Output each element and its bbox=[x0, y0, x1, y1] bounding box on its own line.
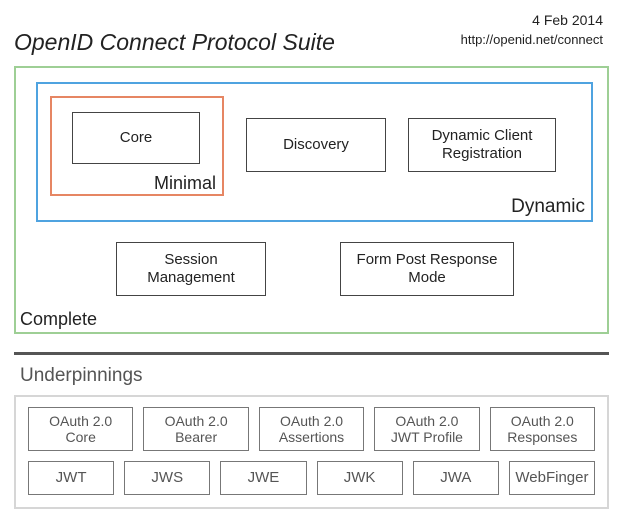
session-management-box: Session Management bbox=[116, 242, 266, 296]
page-title: OpenID Connect Protocol Suite bbox=[14, 29, 335, 56]
core-box: Core bbox=[72, 112, 200, 164]
dynamic-client-registration-box: Dynamic Client Registration bbox=[408, 118, 556, 172]
jwa-box: JWA bbox=[413, 461, 499, 495]
divider bbox=[14, 352, 609, 355]
minimal-group: Core Minimal bbox=[50, 96, 224, 196]
dynamic-label: Dynamic bbox=[511, 196, 585, 218]
oauth-bearer-box: OAuth 2.0 Bearer bbox=[143, 407, 248, 451]
underpinnings-group: OAuth 2.0 Core OAuth 2.0 Bearer OAuth 2.… bbox=[14, 395, 609, 509]
jwe-box: JWE bbox=[220, 461, 306, 495]
oauth-jwtprofile-box: OAuth 2.0 JWT Profile bbox=[374, 407, 479, 451]
dynamic-group: Core Minimal Discovery Dynamic Client Re… bbox=[36, 82, 593, 222]
jwk-box: JWK bbox=[317, 461, 403, 495]
webfinger-box: WebFinger bbox=[509, 461, 595, 495]
discovery-box: Discovery bbox=[246, 118, 386, 172]
form-post-response-mode-box: Form Post Response Mode bbox=[340, 242, 514, 296]
complete-group: Core Minimal Discovery Dynamic Client Re… bbox=[14, 66, 609, 334]
jws-box: JWS bbox=[124, 461, 210, 495]
oauth-core-box: OAuth 2.0 Core bbox=[28, 407, 133, 451]
date-label: 4 Feb 2014 bbox=[532, 12, 603, 28]
complete-label: Complete bbox=[20, 309, 97, 330]
oauth-responses-box: OAuth 2.0 Responses bbox=[490, 407, 595, 451]
jwt-box: JWT bbox=[28, 461, 114, 495]
oauth-assertions-box: OAuth 2.0 Assertions bbox=[259, 407, 364, 451]
minimal-label: Minimal bbox=[154, 173, 216, 194]
underpinnings-title: Underpinnings bbox=[20, 365, 609, 387]
source-url: http://openid.net/connect bbox=[461, 32, 603, 47]
